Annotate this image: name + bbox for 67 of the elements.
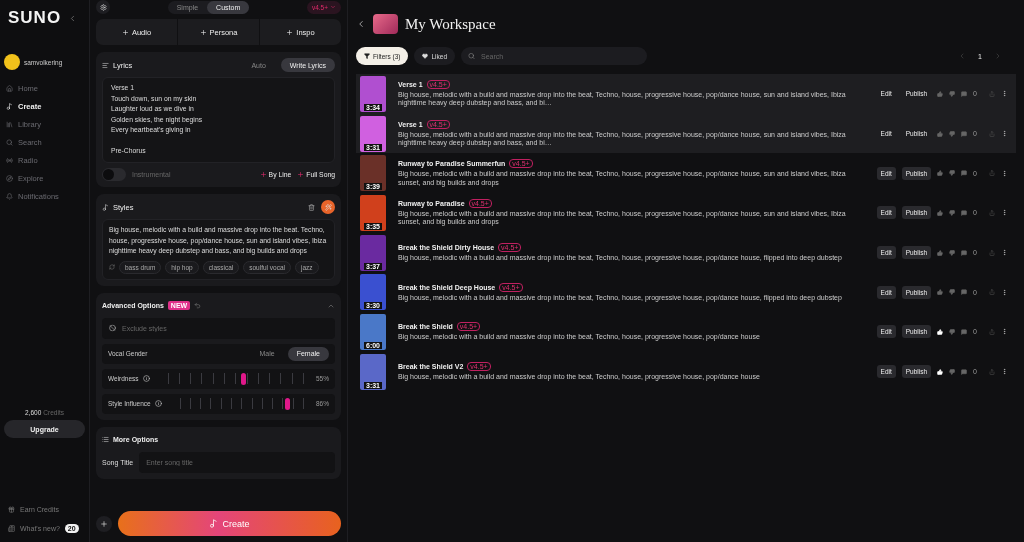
song-row[interactable]	[356, 74, 1016, 114]
filter-icon	[364, 53, 370, 59]
music-note-icon	[209, 519, 219, 528]
music-note-icon	[6, 102, 13, 110]
thumbs-down-icon[interactable]	[949, 209, 956, 216]
comment-icon[interactable]	[961, 209, 968, 216]
thumbs-up-icon[interactable]	[937, 249, 944, 256]
search-icon	[6, 138, 13, 146]
logo: SUNO	[8, 8, 62, 28]
styles-field[interactable]	[102, 219, 335, 280]
comment-icon[interactable]	[961, 170, 968, 177]
gift-icon	[8, 506, 15, 513]
workspace-image	[373, 14, 398, 34]
song-row[interactable]	[356, 113, 1016, 154]
collapse-icon[interactable]	[68, 13, 77, 23]
plus-icon	[259, 171, 267, 178]
thumbs-up-icon[interactable]	[937, 130, 944, 137]
thumbs-down-icon[interactable]	[949, 170, 956, 177]
compass-icon	[6, 174, 13, 182]
comment-icon[interactable]	[961, 90, 968, 97]
info-icon[interactable]	[154, 400, 162, 407]
plus-icon	[100, 519, 108, 528]
newspaper-icon	[8, 525, 15, 532]
add-button[interactable]	[96, 515, 112, 532]
magic-wand-button[interactable]	[321, 200, 335, 214]
thumbs-up-icon[interactable]	[937, 90, 944, 97]
trash-icon[interactable]	[308, 203, 315, 211]
music-icon	[102, 203, 109, 211]
slider-thumb[interactable]	[284, 397, 290, 410]
thumbs-down-icon[interactable]	[949, 249, 956, 256]
instrumental-toggle[interactable]	[102, 168, 126, 181]
thumbs-down-icon[interactable]	[949, 328, 956, 335]
back-icon[interactable]	[356, 19, 366, 29]
library-icon	[6, 120, 13, 128]
refresh-icon[interactable]	[109, 264, 115, 270]
comment-icon[interactable]	[961, 249, 968, 256]
thumbs-up-icon[interactable]	[937, 170, 944, 177]
comment-icon[interactable]	[961, 289, 968, 296]
plus-icon	[286, 28, 294, 36]
thumbs-up-icon[interactable]	[937, 209, 944, 216]
home-icon	[6, 84, 13, 92]
settings-icon	[99, 3, 107, 11]
comment-icon[interactable]	[961, 368, 968, 375]
thumbs-down-icon[interactable]	[949, 368, 956, 375]
comment-icon[interactable]	[961, 130, 968, 137]
chevron-down-icon	[330, 4, 336, 10]
avatar[interactable]	[4, 54, 20, 70]
thumbs-up-icon[interactable]	[937, 289, 944, 296]
magic-wand-icon	[324, 203, 332, 211]
info-icon[interactable]	[142, 375, 150, 382]
thumbs-down-icon[interactable]	[949, 130, 956, 137]
slider-thumb[interactable]	[240, 372, 246, 385]
radio-icon	[6, 156, 13, 164]
lines-icon	[102, 61, 109, 69]
undo-icon[interactable]	[194, 302, 202, 309]
plus-icon	[121, 28, 129, 36]
settings-button[interactable]	[96, 0, 110, 14]
list-icon	[102, 436, 109, 443]
plus-icon	[297, 171, 305, 178]
bell-icon	[6, 192, 13, 200]
create-button[interactable]: Create	[118, 511, 341, 536]
thumbs-down-icon[interactable]	[949, 289, 956, 296]
workspace-title: My Workspace	[405, 15, 496, 33]
comment-icon[interactable]	[961, 328, 968, 335]
thumbs-down-icon[interactable]	[949, 90, 956, 97]
plus-icon	[199, 28, 207, 36]
heart-icon	[422, 53, 429, 59]
